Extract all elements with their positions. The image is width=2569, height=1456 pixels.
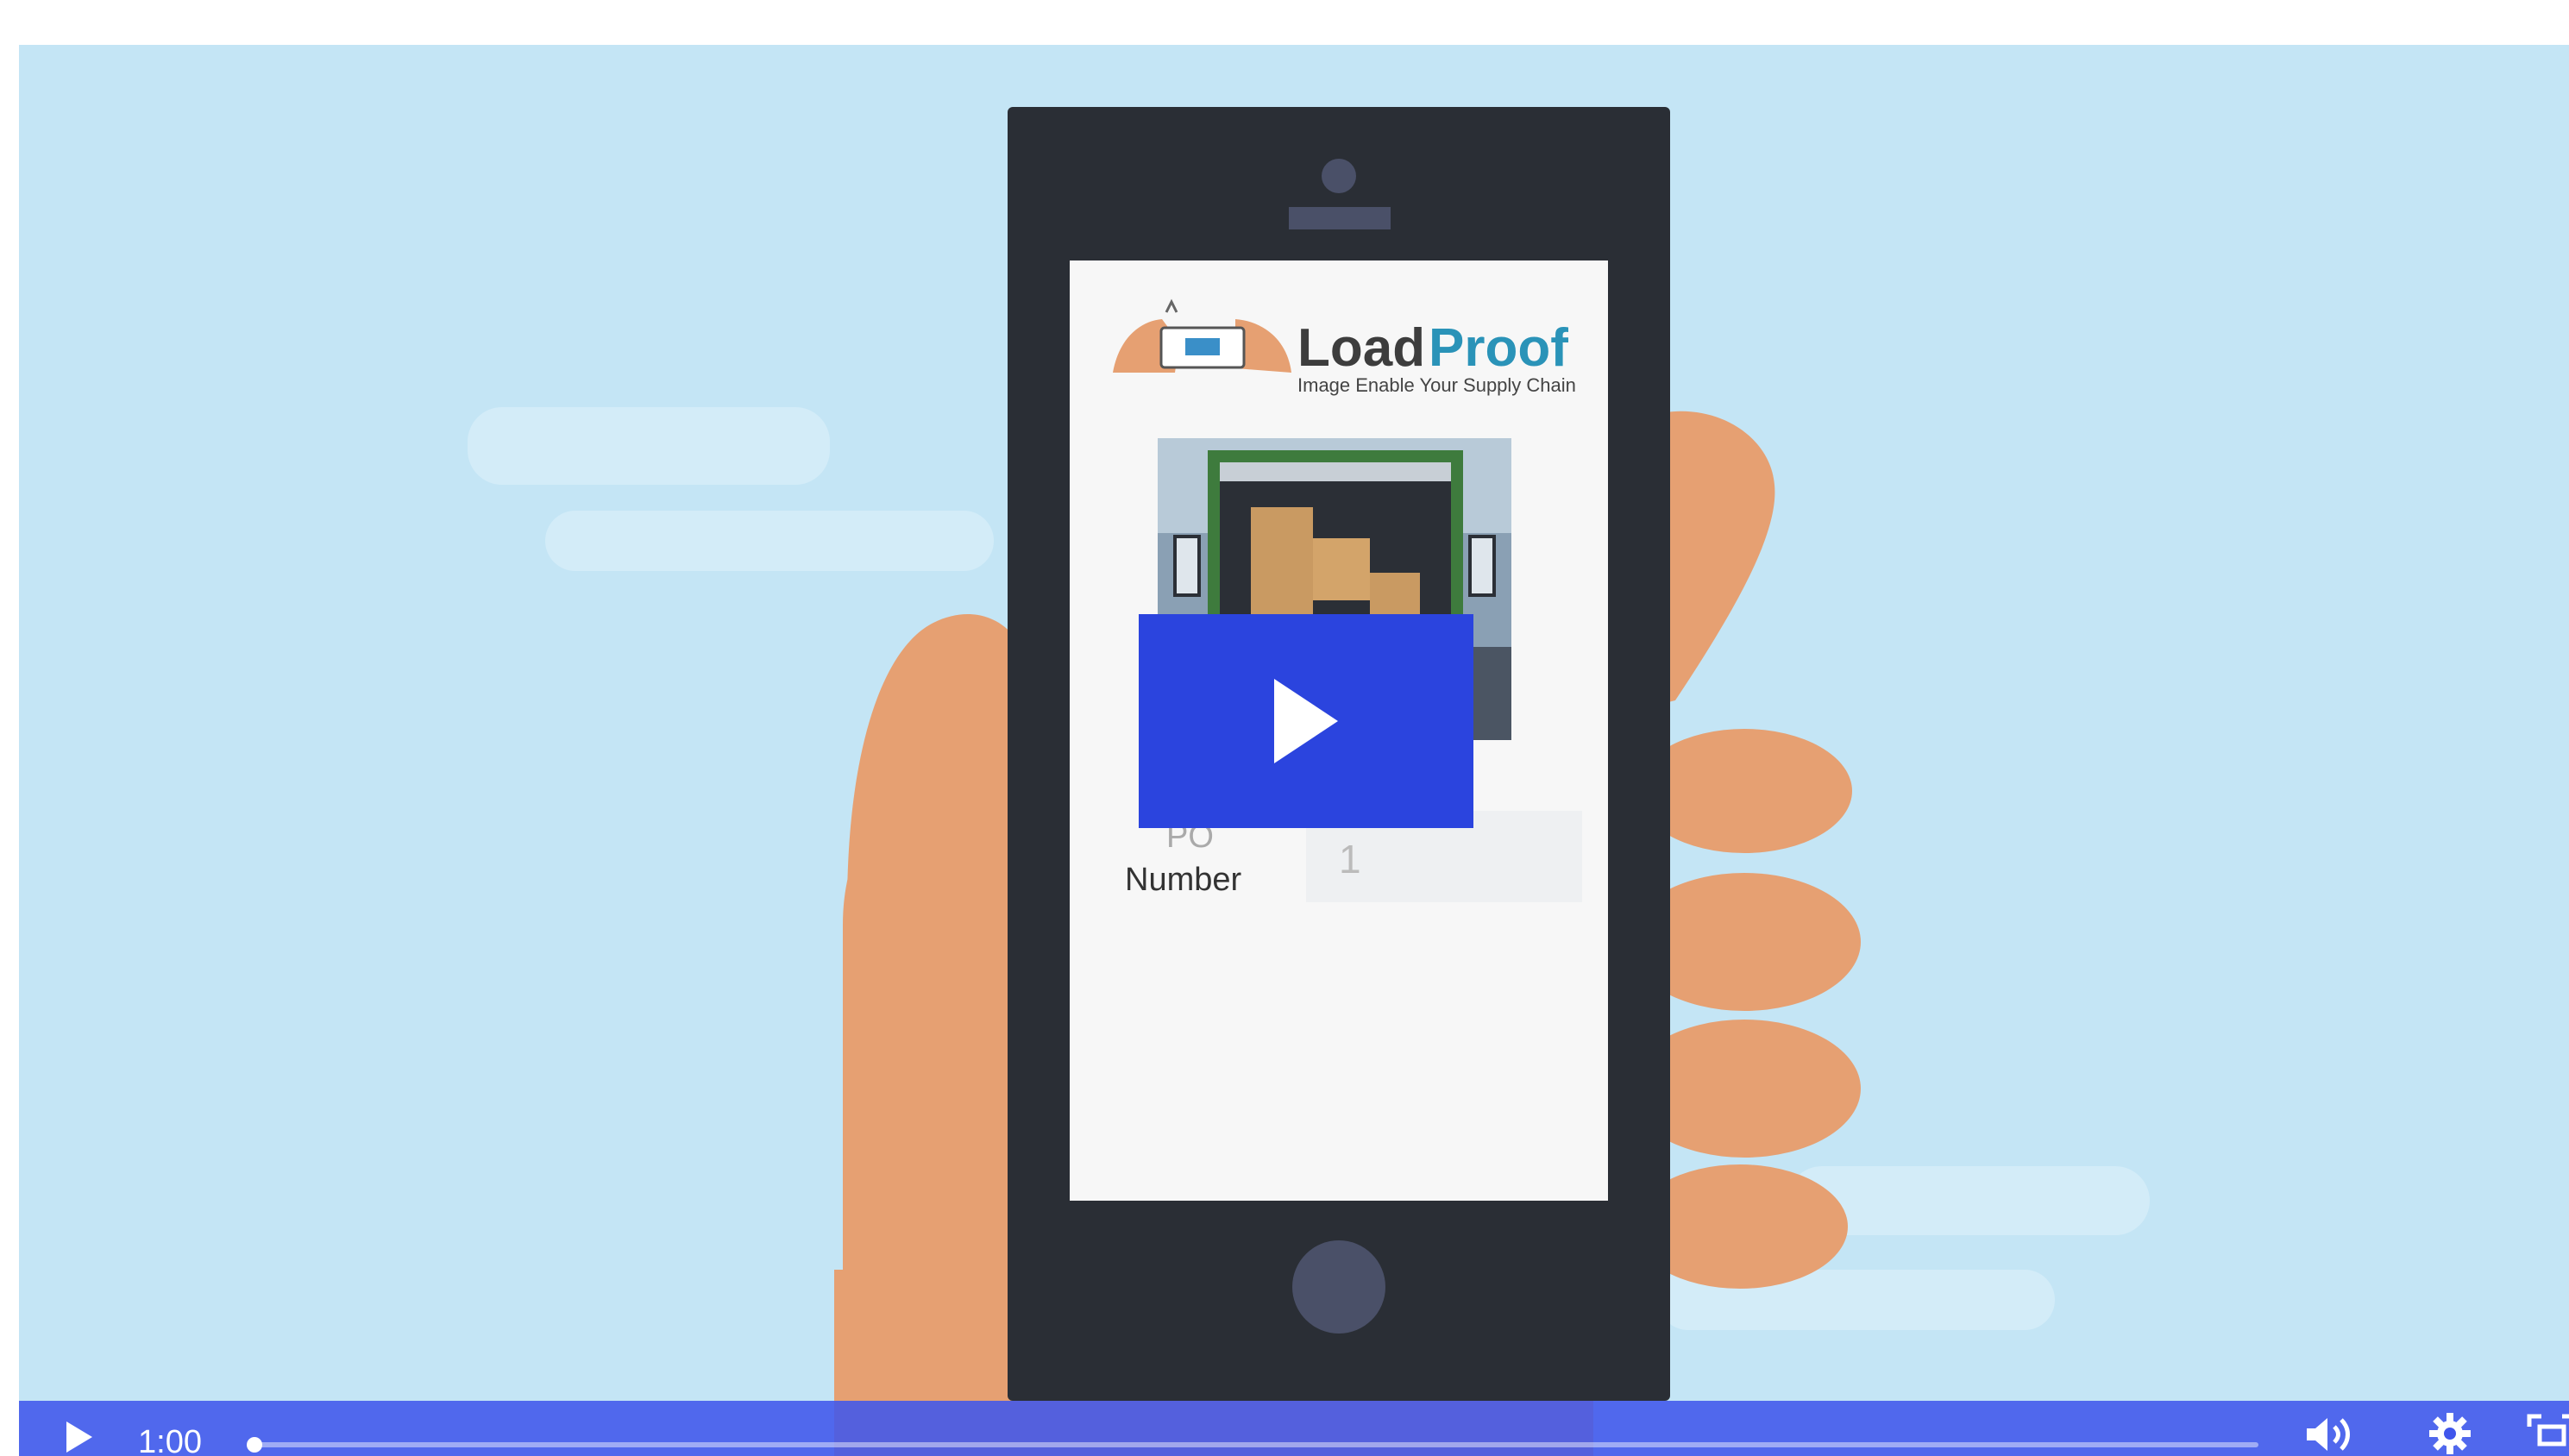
fullscreen-button[interactable]	[2526, 1411, 2569, 1456]
fullscreen-icon	[2527, 1414, 2569, 1447]
play-icon	[1274, 679, 1338, 763]
play-icon	[66, 1421, 92, 1453]
po-label-line2: Number	[1125, 862, 1241, 898]
video-player[interactable]: Load Proof Image Enable Your Supply Chai…	[19, 45, 2569, 1456]
logo-word-load: Load	[1297, 318, 1425, 378]
home-button-icon	[1292, 1240, 1385, 1334]
earpiece	[1289, 207, 1391, 229]
logo-word-proof: Proof	[1429, 318, 1568, 378]
player-control-bar: 1:00	[19, 1401, 2569, 1456]
logo-tagline: Image Enable Your Supply Chain	[1297, 374, 1576, 396]
po-number-value: 1	[1339, 837, 1361, 882]
volume-icon	[2307, 1418, 2350, 1451]
gear-icon	[2429, 1413, 2471, 1454]
settings-button[interactable]	[2426, 1411, 2474, 1456]
big-play-button[interactable]	[1139, 614, 1473, 828]
front-camera-icon	[1322, 159, 1356, 193]
progress-handle[interactable]	[246, 1437, 262, 1453]
time-display: 1:00	[138, 1424, 202, 1456]
play-button[interactable]	[57, 1418, 100, 1456]
volume-button[interactable]	[2302, 1413, 2357, 1456]
progress-bar[interactable]	[246, 1437, 2258, 1453]
